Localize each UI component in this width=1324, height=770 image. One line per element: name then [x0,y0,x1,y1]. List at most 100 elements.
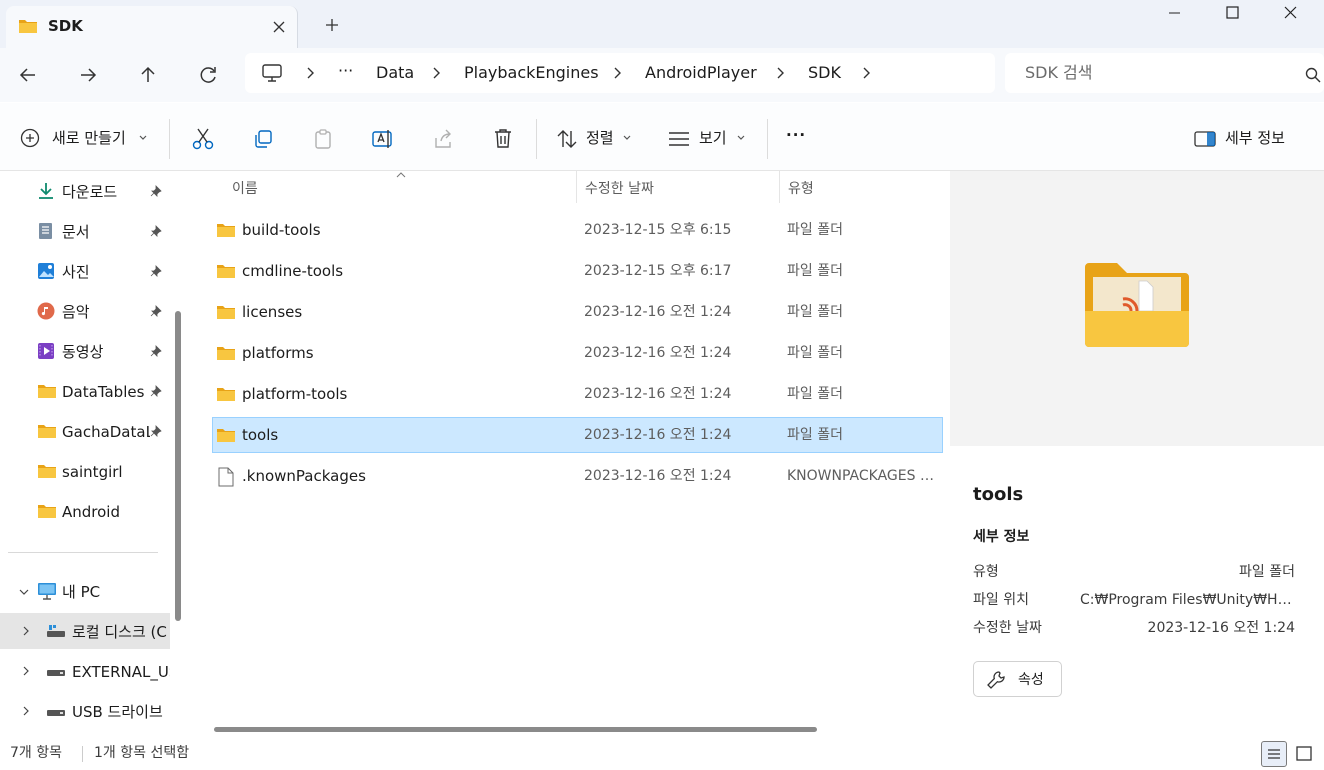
sidebar-item-music[interactable]: 음악 [0,293,170,329]
search-input[interactable]: SDK 검색 [1025,63,1093,83]
maximize-icon[interactable] [1204,0,1260,28]
sidebar-item-label: 내 PC [62,583,101,601]
sort-button[interactable]: 정렬 [586,128,614,148]
sidebar-item-datatables[interactable]: DataTables [0,373,170,409]
sidebar-scrollbar[interactable] [175,311,181,621]
breadcrumb-more[interactable]: ··· [338,61,353,81]
minimize-icon[interactable] [1146,0,1202,28]
divider [536,119,537,159]
breadcrumb-sdk[interactable]: SDK [808,63,841,83]
pin-icon[interactable] [150,425,162,437]
breadcrumb-androidplayer[interactable]: AndroidPlayer [645,63,757,83]
file-date: 2023-12-16 오전 1:24 [584,468,732,484]
file-row[interactable]: cmdline-tools 2023-12-15 오후 6:17 파일 폴더 [212,253,943,289]
properties-button[interactable]: 속성 [973,661,1062,697]
details-pane-icon[interactable] [1194,130,1216,158]
back-arrow-icon[interactable] [14,61,42,89]
this-pc-icon[interactable] [261,63,283,83]
search-box[interactable]: SDK 검색 [1005,53,1324,93]
up-arrow-icon[interactable] [134,61,162,89]
copy-icon[interactable] [252,128,274,156]
sidebar-item-this-pc[interactable]: 내 PC [0,573,170,609]
rename-icon[interactable] [371,128,395,156]
sidebar-item-android[interactable]: Android [0,493,170,529]
sidebar-item-downloads[interactable]: 다운로드 [0,173,170,209]
more-options-button[interactable]: ··· [786,125,806,145]
sidebar-item-pictures[interactable]: 사진 [0,253,170,289]
file-type: 파일 폴더 [787,345,843,361]
chevron-right-icon[interactable] [610,66,624,80]
chevron-right-icon[interactable] [773,66,787,80]
column-divider[interactable] [779,171,780,203]
sidebar-item-label: 사진 [62,263,90,281]
chevron-down-icon[interactable] [736,133,746,161]
chevron-down-icon[interactable] [622,133,632,161]
share-icon[interactable] [432,128,454,156]
breadcrumb-playbackengines[interactable]: PlaybackEngines [464,63,599,83]
column-header-name[interactable]: 이름 [232,179,258,199]
file-name: platform-tools [242,385,348,403]
pin-icon[interactable] [150,185,162,197]
sidebar-item-usb-drive[interactable]: USB 드라이브 [0,693,170,729]
refresh-icon[interactable] [194,61,222,89]
sidebar-item-gachadatali[interactable]: GachaDataLi [0,413,170,449]
pin-icon[interactable] [150,225,162,237]
large-icons-view-icon[interactable] [1292,741,1318,767]
folder-icon [18,17,38,35]
details-view-icon[interactable] [1261,741,1287,767]
file-row[interactable]: .knownPackages 2023-12-16 오전 1:24 KNOWNP… [212,458,943,494]
chevron-right-icon[interactable] [303,66,317,80]
file-row[interactable]: platforms 2023-12-16 오전 1:24 파일 폴더 [212,335,943,371]
search-icon[interactable] [1305,67,1321,83]
close-window-icon[interactable] [1262,0,1318,28]
address-bar[interactable]: ··· Data PlaybackEngines AndroidPlayer S… [245,53,995,93]
file-row-selected[interactable]: tools 2023-12-16 오전 1:24 파일 폴더 [212,417,943,453]
pin-icon[interactable] [150,345,162,357]
sidebar-item-label: 문서 [62,223,90,241]
property-row: 유형 파일 폴더 [973,562,1295,584]
file-row[interactable]: licenses 2023-12-16 오전 1:24 파일 폴더 [212,294,943,330]
sidebar-item-saintgirl[interactable]: saintgirl [0,453,170,489]
sidebar-item-documents[interactable]: 문서 [0,213,170,249]
forward-arrow-icon[interactable] [74,61,102,89]
sort-icon[interactable] [556,128,578,156]
chevron-down-icon[interactable] [138,133,148,161]
chevron-right-icon[interactable] [20,665,32,677]
pin-icon[interactable] [150,265,162,277]
divider [82,746,83,762]
column-header-type[interactable]: 유형 [788,179,814,199]
sidebar-item-videos[interactable]: 동영상 [0,333,170,369]
property-value: 파일 폴더 [1239,564,1295,580]
chevron-right-icon[interactable] [20,625,32,637]
sidebar-item-external-usb[interactable]: EXTERNAL_US [0,653,170,689]
new-tab-icon[interactable] [322,15,342,35]
navigation-pane: 다운로드 문서 사진 음악 동영상 DataTables GachaDataLi… [0,171,190,738]
chevron-right-icon[interactable] [429,66,443,80]
tab-sdk[interactable]: SDK [6,6,298,48]
file-row[interactable]: platform-tools 2023-12-16 오전 1:24 파일 폴더 [212,376,943,412]
chevron-down-icon[interactable] [18,586,30,598]
sidebar-item-label: EXTERNAL_US [72,663,170,681]
pin-icon[interactable] [150,385,162,397]
column-header-date[interactable]: 수정한 날짜 [585,179,654,199]
chevron-right-icon[interactable] [859,66,873,80]
view-icon[interactable] [668,130,690,158]
file-row[interactable]: build-tools 2023-12-15 오후 6:15 파일 폴더 [212,212,943,248]
details-button[interactable]: 세부 정보 [1225,128,1285,148]
chevron-right-icon[interactable] [20,705,32,717]
column-divider[interactable] [576,171,577,203]
file-date: 2023-12-16 오전 1:24 [584,427,732,443]
plus-circle-icon[interactable] [20,128,40,156]
breadcrumb-data[interactable]: Data [376,63,414,83]
horizontal-scrollbar[interactable] [214,727,817,732]
close-tab-icon[interactable] [270,18,288,36]
file-type: 파일 폴더 [787,304,843,320]
delete-icon[interactable] [492,127,514,155]
new-button[interactable]: 새로 만들기 [52,128,126,148]
pin-icon[interactable] [150,305,162,317]
download-icon [37,182,55,200]
view-button[interactable]: 보기 [699,128,727,148]
paste-icon[interactable] [312,128,334,156]
sidebar-item-local-disk[interactable]: 로컬 디스크 (C [0,613,170,649]
cut-icon[interactable] [191,127,215,155]
